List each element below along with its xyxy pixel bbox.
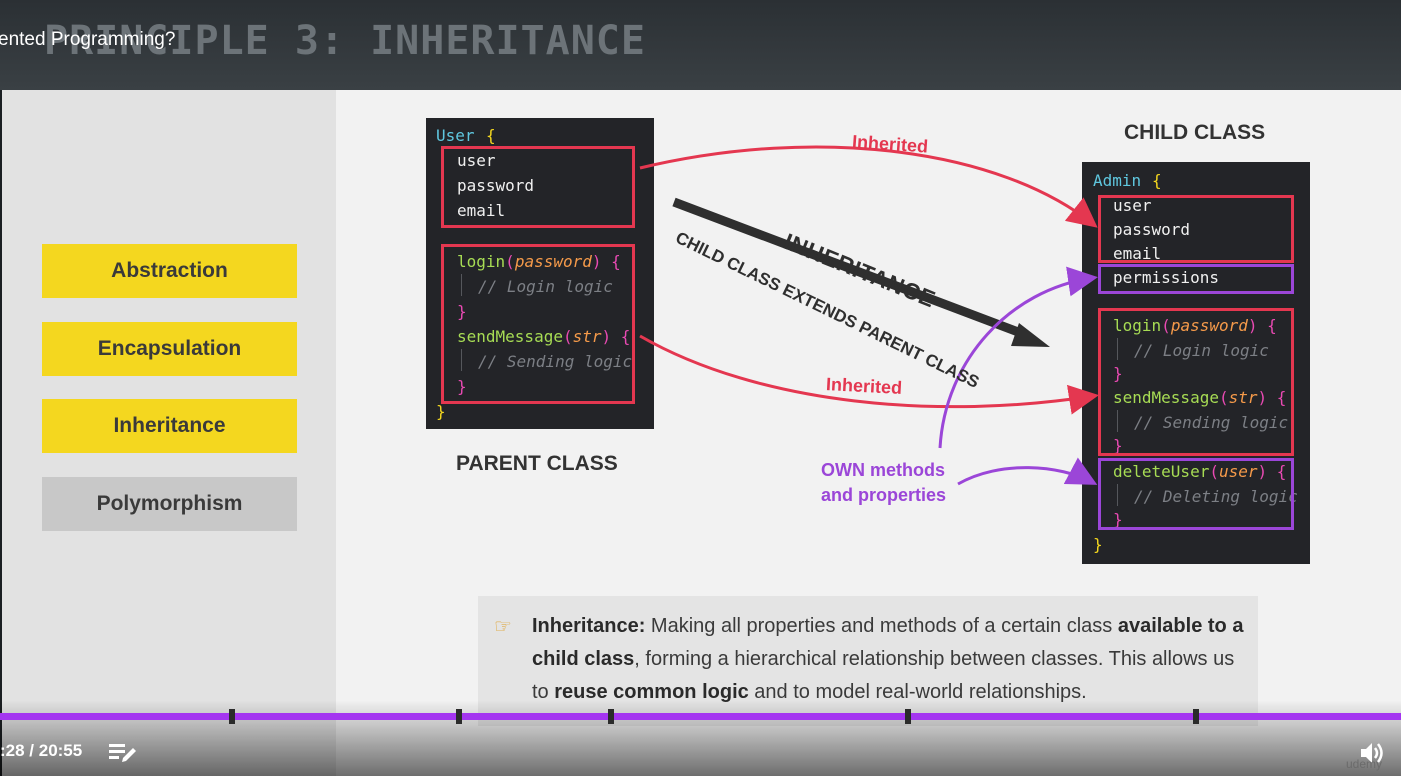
own-members-line2: and properties bbox=[821, 485, 947, 505]
chapter-marker[interactable] bbox=[456, 709, 462, 724]
chapter-marker[interactable] bbox=[229, 709, 235, 724]
own-method-arrow bbox=[957, 457, 1098, 486]
definition-text: Inheritance: Making all properties and m… bbox=[532, 615, 1244, 703]
time-display: :28 / 20:55 bbox=[0, 741, 83, 760]
inherited-bottom-label: Inherited bbox=[825, 374, 903, 398]
chapter-marker[interactable] bbox=[608, 709, 614, 724]
own-members-label: OWN methods and properties bbox=[821, 458, 946, 508]
chapter-marker[interactable] bbox=[905, 709, 911, 724]
progress-bar[interactable] bbox=[0, 713, 1401, 720]
inheritance-arrow-head bbox=[1011, 323, 1050, 347]
pointing-hand-icon: ☞ bbox=[494, 616, 512, 638]
player-controls-bar bbox=[0, 700, 1401, 776]
chapter-marker[interactable] bbox=[1193, 709, 1199, 724]
own-members-line1: OWN methods bbox=[821, 460, 945, 480]
own-property-arrow bbox=[938, 266, 1098, 449]
udemy-watermark: udemy bbox=[1346, 757, 1383, 771]
child-class-caption: CHILD CLASS bbox=[1124, 121, 1266, 144]
transcript-icon[interactable] bbox=[108, 740, 138, 766]
parent-class-caption: PARENT CLASS bbox=[456, 452, 618, 475]
